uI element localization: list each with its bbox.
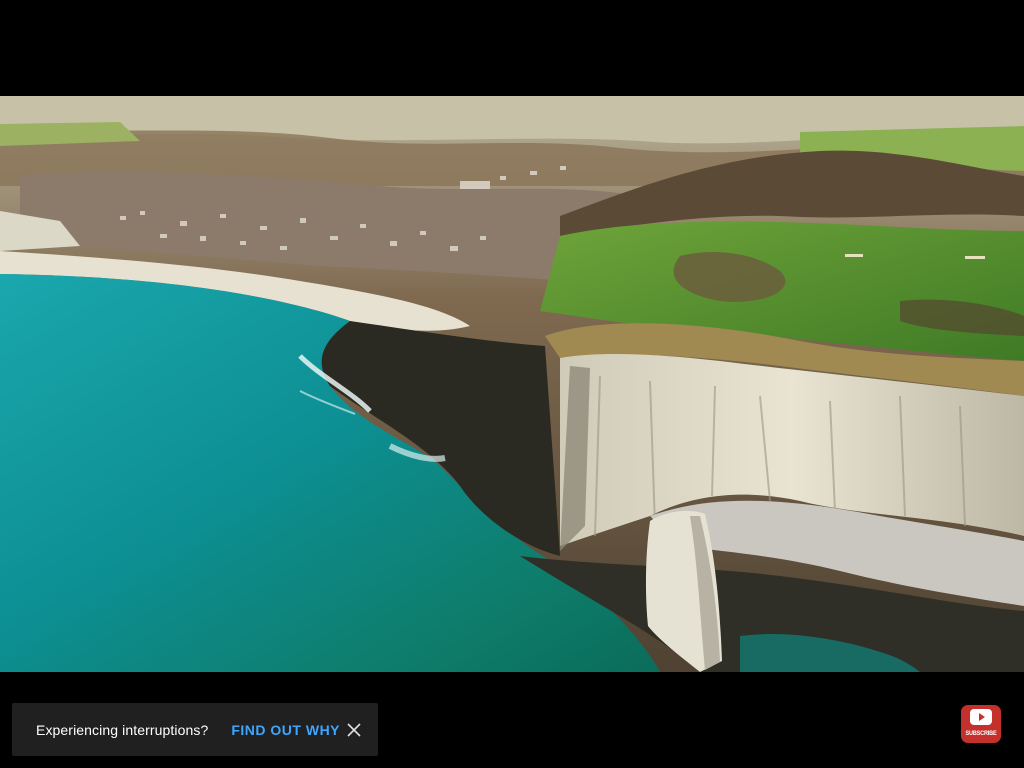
video-content-image (0, 96, 1024, 672)
notification-message: Experiencing interruptions? (36, 721, 209, 738)
find-out-why-link[interactable]: FIND OUT WHY (231, 722, 340, 738)
youtube-logo-icon (970, 709, 992, 725)
close-notification-button[interactable] (342, 718, 366, 742)
video-player[interactable]: Experiencing interruptions? FIND OUT WHY… (0, 0, 1024, 768)
subscribe-label: SUBSCRIBE (965, 730, 997, 737)
video-frame[interactable] (0, 96, 1024, 672)
close-icon (347, 722, 361, 737)
subscribe-watermark-button[interactable]: SUBSCRIBE (961, 705, 1001, 743)
interruptions-notification: Experiencing interruptions? FIND OUT WHY (12, 703, 378, 756)
